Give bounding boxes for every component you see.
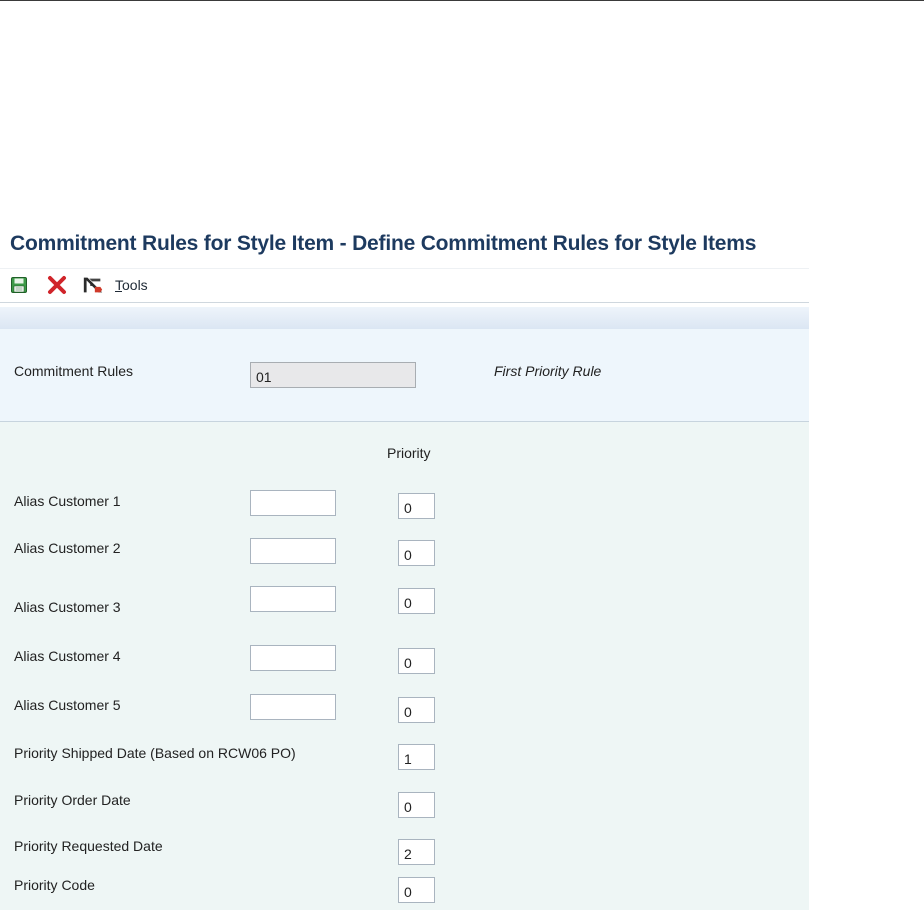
alias-customer-1-label: Alias Customer 1 — [14, 493, 121, 509]
alias-customer-2-label: Alias Customer 2 — [14, 540, 121, 556]
alias-customer-5-input[interactable] — [250, 694, 336, 720]
alias-customer-5-label: Alias Customer 5 — [14, 697, 121, 713]
tools-accelerator: T — [115, 277, 122, 293]
alias-customer-4-label: Alias Customer 4 — [14, 648, 121, 664]
cancel-x-icon — [48, 276, 66, 294]
alias-customer-3-input[interactable] — [250, 586, 336, 612]
priority-order-date-label: Priority Order Date — [14, 792, 131, 808]
tools-icon — [83, 277, 103, 293]
tools-label: ools — [122, 277, 148, 293]
alias-customer-3-label: Alias Customer 3 — [14, 599, 121, 615]
alias-customer-1-priority[interactable]: 0 — [398, 493, 435, 519]
priority-shipped-date-label: Priority Shipped Date (Based on RCW06 PO… — [14, 745, 296, 761]
alias-customer-1-input[interactable] — [250, 490, 336, 516]
priority-shipped-date-input[interactable]: 1 — [398, 744, 435, 770]
alias-customer-5-priority[interactable]: 0 — [398, 697, 435, 723]
header-band — [0, 307, 809, 329]
alias-customer-3-priority[interactable]: 0 — [398, 588, 435, 614]
alias-customer-2-priority[interactable]: 0 — [398, 540, 435, 566]
commitment-rules-description: First Priority Rule — [494, 363, 602, 379]
commitment-rules-field[interactable]: 01 — [250, 362, 416, 388]
commitment-rules-label: Commitment Rules — [14, 363, 134, 379]
alias-customer-4-input[interactable] — [250, 645, 336, 671]
priority-requested-date-label: Priority Requested Date — [14, 838, 163, 854]
priority-code-input[interactable]: 0 — [398, 877, 435, 903]
alias-customer-2-input[interactable] — [250, 538, 336, 564]
cancel-button[interactable] — [46, 274, 68, 296]
tools-menu[interactable]: Tools — [115, 277, 148, 293]
priority-code-label: Priority Code — [14, 877, 95, 893]
alias-customer-4-priority[interactable]: 0 — [398, 648, 435, 674]
tools-icon-button[interactable] — [82, 274, 104, 296]
toolbar: Tools — [0, 268, 809, 303]
save-icon — [11, 277, 27, 293]
form-title: Commitment Rules for Style Item - Define… — [10, 232, 757, 255]
detail-panel: Priority Alias Customer 1 0 Alias Custom… — [0, 422, 809, 910]
priority-order-date-input[interactable]: 0 — [398, 792, 435, 818]
priority-column-header: Priority — [387, 445, 431, 461]
save-button[interactable] — [8, 274, 30, 296]
header-panel: Commitment Rules 01 First Priority Rule — [0, 329, 809, 422]
top-rule — [0, 0, 924, 1]
priority-requested-date-input[interactable]: 2 — [398, 839, 435, 865]
form-window: Commitment Rules for Style Item - Define… — [0, 228, 809, 910]
